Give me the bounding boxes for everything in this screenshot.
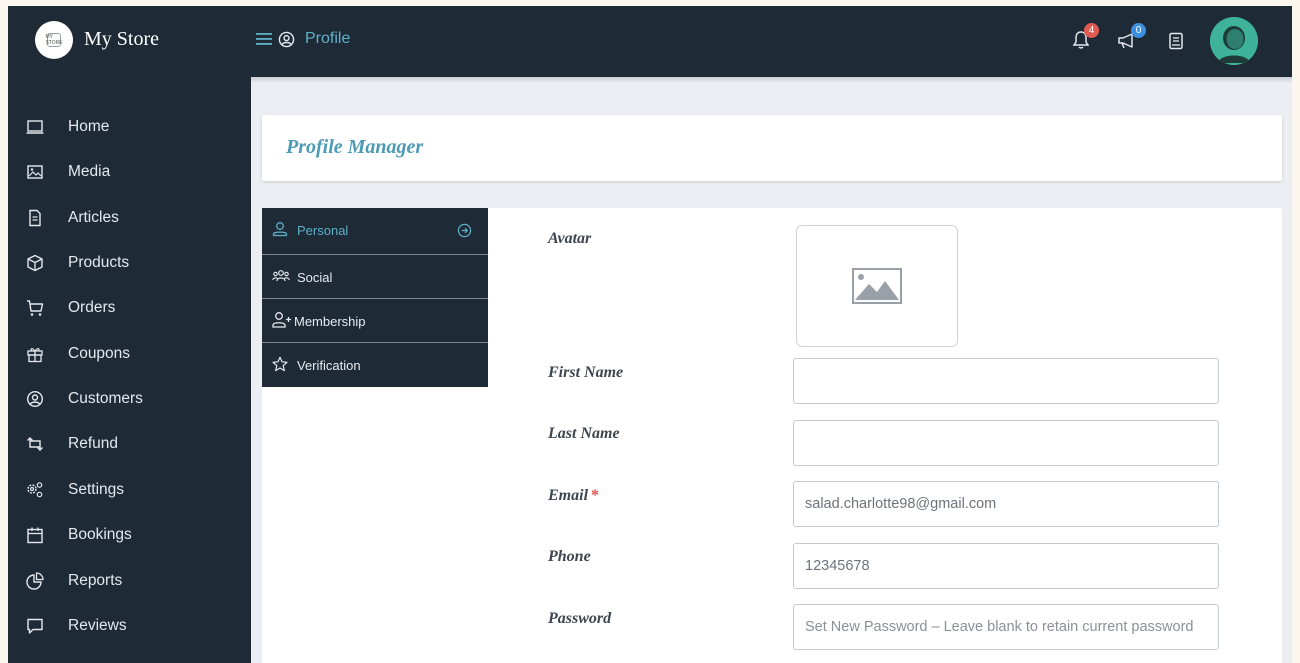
notification-count-badge: 4	[1084, 23, 1099, 38]
sidebar-item-label: Settings	[68, 481, 125, 498]
profile-tabs: Personal Social Membership Verification	[262, 208, 488, 387]
last-name-input[interactable]	[793, 420, 1219, 466]
last-name-label: Last Name	[548, 425, 620, 442]
tab-personal[interactable]: Personal	[262, 208, 488, 255]
email-label-group: Email *	[548, 487, 599, 505]
sidebar-item-settings[interactable]: Settings	[8, 470, 251, 510]
users-icon	[272, 270, 290, 282]
phone-label: Phone	[548, 548, 591, 565]
user-circle-icon	[278, 31, 295, 47]
user-icon	[272, 222, 288, 237]
gears-icon	[27, 482, 43, 498]
topbar-shadow	[251, 77, 1292, 83]
sidebar-item-media[interactable]: Media	[8, 152, 251, 192]
sidebar-item-label: Customers	[68, 390, 143, 407]
sidebar-item-home[interactable]: Home	[8, 107, 251, 147]
avatar-upload[interactable]	[796, 225, 958, 347]
cart-icon	[27, 300, 44, 316]
tab-label: Personal	[297, 223, 349, 238]
tab-label: Membership	[294, 314, 366, 329]
password-input[interactable]	[793, 604, 1219, 650]
page-header-card: Profile Manager	[262, 115, 1282, 181]
document-icon	[29, 209, 41, 227]
sidebar-item-label: Articles	[68, 209, 119, 226]
hamburger-menu-icon[interactable]	[256, 32, 272, 46]
sidebar-item-reviews[interactable]: Reviews	[8, 606, 251, 646]
user-circle-icon	[26, 390, 44, 408]
tab-label: Verification	[297, 358, 361, 373]
page-title: Profile Manager	[286, 136, 424, 158]
breadcrumb-label[interactable]: Profile	[305, 30, 350, 48]
comment-icon	[27, 618, 43, 634]
pie-chart-icon	[26, 572, 44, 590]
tab-label: Social	[297, 270, 333, 285]
breadcrumb: Profile	[256, 30, 350, 48]
refund-icon	[27, 437, 43, 451]
sidebar-item-customers[interactable]: Customers	[8, 379, 251, 419]
announcements-button[interactable]: 0	[1117, 23, 1146, 55]
sidebar-item-label: Media	[68, 163, 111, 180]
sidebar-item-articles[interactable]: Articles	[8, 198, 251, 238]
sidebar-item-bookings[interactable]: Bookings	[8, 515, 251, 555]
sidebar-item-label: Reports	[68, 572, 123, 589]
user-avatar[interactable]	[1210, 17, 1258, 65]
user-plus-icon	[272, 312, 291, 328]
knowledgebase-button[interactable]	[1168, 32, 1184, 55]
email-input[interactable]	[793, 481, 1219, 527]
star-icon	[272, 356, 288, 372]
tab-social[interactable]: Social	[262, 255, 488, 299]
sidebar-item-label: Orders	[68, 299, 116, 316]
first-name-label: First Name	[548, 364, 624, 381]
sidebar-item-label: Bookings	[68, 526, 132, 543]
sidebar-item-coupons[interactable]: Coupons	[8, 334, 251, 374]
sidebar-item-label: Coupons	[68, 345, 131, 362]
calendar-icon	[27, 527, 43, 544]
sidebar-item-orders[interactable]: Orders	[8, 288, 251, 328]
phone-input[interactable]	[793, 543, 1219, 589]
sidebar-item-label: Home	[68, 118, 110, 135]
sidebar-item-label: Refund	[68, 435, 118, 452]
sidebar-item-products[interactable]: Products	[8, 243, 251, 283]
email-label: Email	[548, 487, 589, 504]
book-icon	[1169, 32, 1183, 50]
avatar-label: Avatar	[548, 230, 592, 247]
image-placeholder-icon	[852, 268, 902, 304]
sidebar-item-label: Products	[68, 254, 130, 271]
sidebar: Home Media Articles Products Orders Coup…	[8, 77, 251, 663]
brand[interactable]: MY STORE My Store	[8, 6, 251, 77]
tab-verification[interactable]: Verification	[262, 343, 488, 387]
top-bar: MY STORE My Store Profile 4 0	[8, 6, 1292, 83]
sidebar-item-label: Reviews	[68, 617, 127, 634]
sidebar-item-refund[interactable]: Refund	[8, 424, 251, 464]
avatar-person-icon	[1210, 17, 1258, 65]
app-window: MY STORE My Store Profile 4 0 Home Media…	[8, 6, 1292, 663]
arrow-circle-right-icon	[457, 223, 472, 238]
password-label: Password	[548, 610, 612, 627]
store-name: My Store	[84, 28, 159, 50]
required-mark: *	[591, 487, 600, 504]
first-name-input[interactable]	[793, 358, 1219, 404]
notifications-button[interactable]: 4	[1072, 23, 1099, 55]
announcement-count-badge: 0	[1131, 23, 1146, 38]
store-logo-mark: MY STORE	[45, 33, 63, 47]
laptop-icon	[26, 120, 44, 134]
tab-membership[interactable]: Membership	[262, 299, 488, 343]
image-icon	[27, 165, 43, 179]
box-icon	[27, 254, 43, 272]
store-logo: MY STORE	[35, 21, 73, 59]
sidebar-item-reports[interactable]: Reports	[8, 561, 251, 601]
gift-icon	[27, 348, 43, 363]
